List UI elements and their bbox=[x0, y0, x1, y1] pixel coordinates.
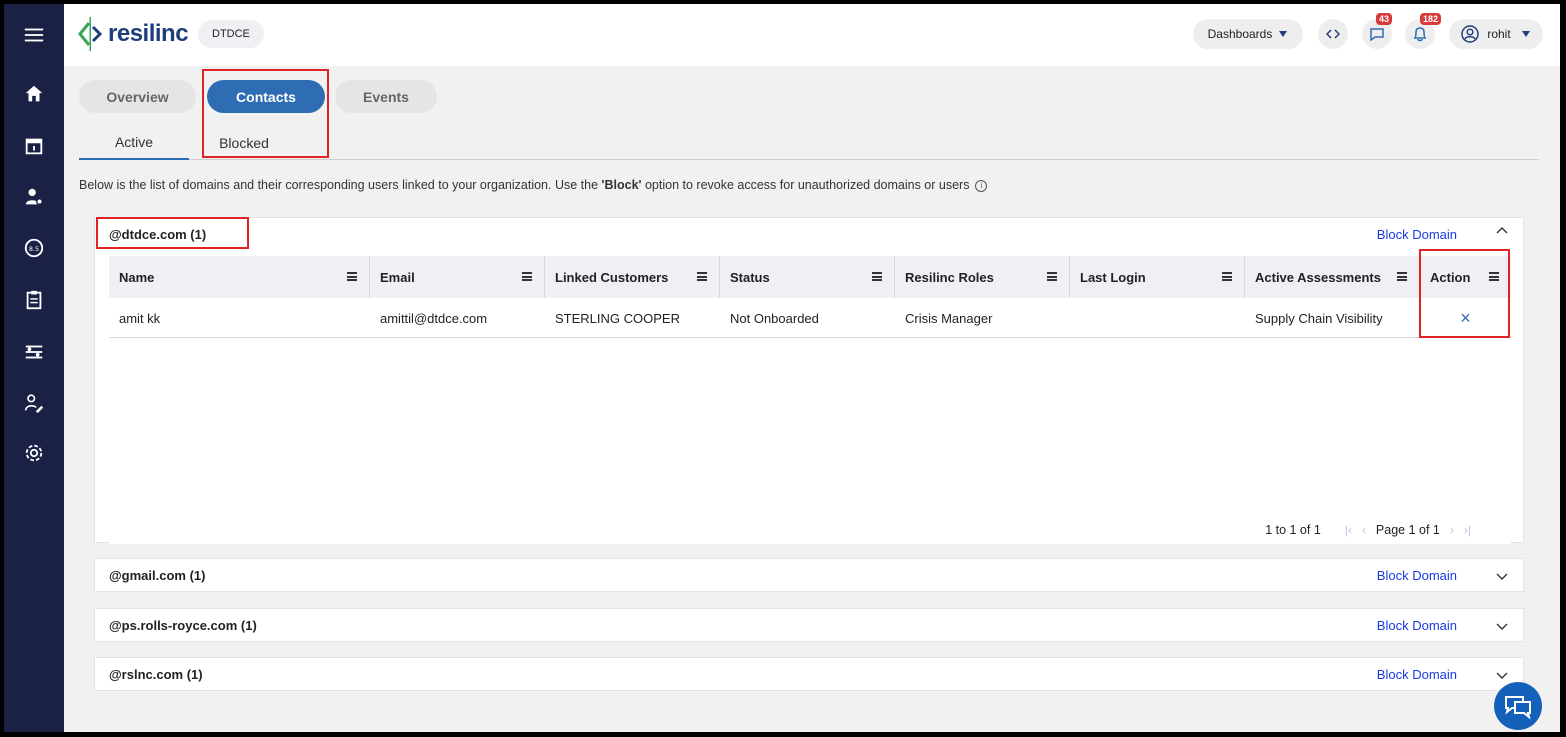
cell-email: amittil@dtdce.com bbox=[380, 310, 488, 326]
domain-title[interactable]: @rslnc.com (1) bbox=[109, 667, 203, 682]
user-avatar-icon bbox=[1461, 25, 1480, 43]
column-header-last-login[interactable]: Last Login bbox=[1070, 256, 1245, 298]
block-domain-link[interactable]: Block Domain bbox=[1377, 618, 1457, 633]
calendar-icon[interactable] bbox=[22, 134, 46, 158]
column-menu-icon[interactable] bbox=[1397, 272, 1407, 281]
caret-down-icon bbox=[1279, 31, 1288, 37]
logo-text: resilinc bbox=[108, 20, 189, 47]
block-domain-link[interactable]: Block Domain bbox=[1377, 227, 1457, 242]
code-icon bbox=[1326, 29, 1340, 39]
subtab-active[interactable]: Active bbox=[79, 126, 189, 160]
description-text: Below is the list of domains and their c… bbox=[79, 178, 988, 192]
notifications-button[interactable]: 182 bbox=[1405, 13, 1441, 49]
hamburger-menu-icon[interactable] bbox=[22, 23, 46, 47]
domain-title[interactable]: @ps.rolls-royce.com (1) bbox=[109, 618, 257, 633]
user-settings-icon[interactable] bbox=[22, 185, 46, 209]
chat-bubbles-icon bbox=[1505, 696, 1531, 719]
bell-icon bbox=[1413, 27, 1427, 42]
column-header-linked-customers[interactable]: Linked Customers bbox=[545, 256, 720, 298]
tab-contacts[interactable]: Contacts bbox=[207, 80, 325, 113]
user-edit-icon[interactable] bbox=[22, 391, 46, 415]
domain-title[interactable]: @gmail.com (1) bbox=[109, 568, 205, 583]
block-user-close-icon[interactable]: × bbox=[1420, 298, 1511, 338]
next-page-icon[interactable]: › bbox=[1450, 523, 1454, 537]
user-menu[interactable]: rohit bbox=[1449, 19, 1543, 49]
cell-last-login bbox=[1070, 298, 1245, 338]
dashboards-label: Dashboards bbox=[1207, 27, 1273, 41]
chevron-down-icon[interactable] bbox=[1495, 668, 1509, 682]
table-row: amit kk amittil@dtdce.com STERLING COOPE… bbox=[109, 298, 1511, 338]
prev-page-icon[interactable]: ‹ bbox=[1362, 523, 1366, 537]
column-header-active-assessments[interactable]: Active Assessments bbox=[1245, 256, 1420, 298]
cell-name: amit kk bbox=[119, 310, 161, 326]
column-menu-icon[interactable] bbox=[347, 272, 357, 281]
tab-overview[interactable]: Overview bbox=[79, 80, 196, 113]
column-header-name[interactable]: Name bbox=[109, 256, 370, 298]
column-header-status[interactable]: Status bbox=[720, 256, 895, 298]
logo-mark-icon bbox=[78, 17, 103, 51]
column-header-email[interactable]: Email bbox=[370, 256, 545, 298]
column-header-resilinc-roles[interactable]: Resilinc Roles bbox=[895, 256, 1070, 298]
tab-events[interactable]: Events bbox=[335, 80, 437, 113]
home-icon[interactable] bbox=[22, 82, 46, 106]
cell-linked-customers: STERLING COOPER bbox=[555, 310, 680, 326]
column-menu-icon[interactable] bbox=[522, 272, 532, 281]
cell-active-assessments: Supply Chain Visibility bbox=[1255, 310, 1383, 326]
users-grid: Name Email Linked Customers Status Resil… bbox=[109, 256, 1511, 544]
pagination: 1 to 1 of 1 |‹ ‹ Page 1 of 1 › ›| bbox=[1265, 523, 1471, 537]
pager-page: Page 1 of 1 bbox=[1375, 523, 1440, 537]
domain-title[interactable]: @dtdce.com (1) bbox=[109, 227, 206, 242]
chevron-down-icon[interactable] bbox=[1495, 569, 1509, 583]
dashboards-dropdown[interactable]: Dashboards bbox=[1193, 19, 1303, 49]
org-hierarchy-icon[interactable] bbox=[22, 340, 46, 364]
info-icon[interactable]: i bbox=[975, 179, 988, 192]
top-header: resilinc DTDCE Dashboards 43 182 rohit bbox=[64, 4, 1560, 66]
column-menu-icon[interactable] bbox=[1222, 272, 1232, 281]
gear-icon[interactable] bbox=[22, 441, 46, 465]
cell-roles: Crisis Manager bbox=[905, 310, 993, 326]
messages-count-badge: 43 bbox=[1375, 13, 1392, 25]
domain-panel: @ps.rolls-royce.com (1) Block Domain bbox=[94, 608, 1524, 642]
first-page-icon[interactable]: |‹ bbox=[1345, 523, 1352, 537]
pager-range: 1 to 1 of 1 bbox=[1265, 523, 1321, 537]
cell-status: Not Onboarded bbox=[730, 310, 819, 326]
sidebar: 8.5 bbox=[4, 4, 64, 732]
chevron-down-icon[interactable] bbox=[1495, 619, 1509, 633]
svg-text:8.5: 8.5 bbox=[29, 245, 39, 253]
user-name: rohit bbox=[1487, 27, 1511, 41]
notifications-count-badge: 182 bbox=[1419, 13, 1441, 25]
column-menu-icon[interactable] bbox=[872, 272, 882, 281]
column-menu-icon[interactable] bbox=[1489, 272, 1499, 281]
column-header-action[interactable]: Action bbox=[1420, 256, 1511, 298]
chevron-up-icon[interactable] bbox=[1495, 224, 1509, 238]
org-badge[interactable]: DTDCE bbox=[198, 20, 264, 48]
messages-button[interactable]: 43 bbox=[1362, 13, 1392, 49]
app-window: 8.5 resilinc DTDCE Dashboards 43 182 roh… bbox=[4, 4, 1560, 732]
block-domain-link[interactable]: Block Domain bbox=[1377, 568, 1457, 583]
block-domain-link[interactable]: Block Domain bbox=[1377, 667, 1457, 682]
last-page-icon[interactable]: ›| bbox=[1464, 523, 1471, 537]
sub-tabs: Active Blocked bbox=[79, 126, 1539, 160]
clipboard-icon[interactable] bbox=[22, 288, 46, 312]
score-icon[interactable]: 8.5 bbox=[22, 236, 46, 260]
resilinc-logo[interactable]: resilinc bbox=[78, 14, 189, 54]
caret-down-icon bbox=[1521, 31, 1530, 37]
column-menu-icon[interactable] bbox=[1047, 272, 1057, 281]
domain-panel: @rslnc.com (1) Block Domain bbox=[94, 657, 1524, 691]
domain-panel: @dtdce.com (1) Block Domain Name Email L… bbox=[94, 217, 1524, 544]
support-chat-button[interactable] bbox=[1494, 682, 1542, 730]
chat-icon bbox=[1370, 28, 1384, 41]
subtab-blocked[interactable]: Blocked bbox=[189, 126, 299, 160]
column-menu-icon[interactable] bbox=[697, 272, 707, 281]
code-toggle-button[interactable] bbox=[1318, 19, 1348, 49]
domain-panel: @gmail.com (1) Block Domain bbox=[94, 558, 1524, 592]
grid-header: Name Email Linked Customers Status Resil… bbox=[109, 256, 1511, 298]
